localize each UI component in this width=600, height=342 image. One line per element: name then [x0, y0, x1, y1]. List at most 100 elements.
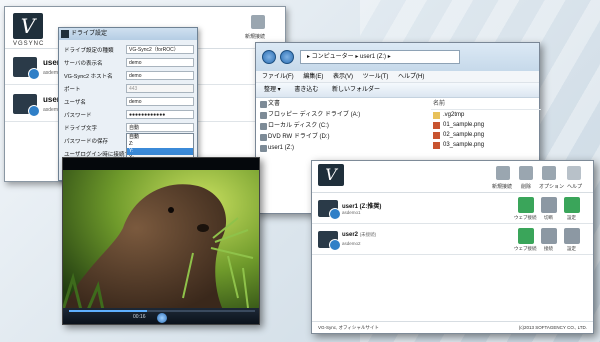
delete-icon[interactable]: [519, 166, 533, 180]
field-host: VG-Sync2 ホスト名 demo: [64, 71, 194, 81]
new-connection-label: 新規接続: [245, 34, 266, 40]
connect-label: 接続: [544, 246, 553, 251]
dropdown-option-selected[interactable]: Y:: [127, 148, 193, 155]
field-label: サーバの表示名: [64, 61, 103, 67]
user-row-user2[interactable]: user2 (未接続) asdemo2 ウェブ接続 接続 設定: [312, 225, 593, 255]
disconnect-icon[interactable]: [541, 197, 557, 213]
forward-arrow-icon[interactable]: [280, 50, 294, 64]
file-name: 02_sample.png: [443, 132, 485, 138]
web-connect-label: ウェブ接続: [514, 246, 537, 251]
tree-label: 文書: [268, 101, 281, 107]
tree-item[interactable]: DVD RW ドライブ (D:): [256, 132, 371, 143]
port-input[interactable]: 443: [126, 84, 194, 93]
video-frame-marmot: [63, 158, 259, 311]
dropdown-option[interactable]: 自動: [127, 134, 193, 141]
file-item[interactable]: 03_sample.png: [431, 140, 541, 150]
menu-view[interactable]: 表示(V): [333, 74, 353, 80]
new-connection-icon[interactable]: [496, 166, 510, 180]
menu-help[interactable]: ヘルプ(H): [398, 74, 424, 80]
field-drive-letter: ドライブ文字 自動: [64, 123, 194, 133]
field-port: ポート 443: [64, 84, 194, 94]
tree-label: ローカル ディスク (C:): [268, 123, 329, 129]
menu-file[interactable]: ファイル(F): [262, 74, 294, 80]
explorer-address-area: ▸ コンピューター ▸ user1 (Z:) ▸: [256, 43, 539, 71]
organize-button[interactable]: 整理 ▾: [264, 87, 281, 93]
drive-type-select[interactable]: VG-Sync2（forROC）: [126, 45, 194, 54]
burn-button[interactable]: 書き込む: [294, 87, 318, 93]
field-password: パスワード ●●●●●●●●●●●●: [64, 110, 194, 120]
user-name: user1 (Z:推奨): [342, 204, 382, 210]
field-label: パスワードの保存: [64, 139, 109, 145]
vgsync-app-window-front: V 新規接続 削除 オプション ヘルプ user1 (Z:推奨) asdemo1…: [311, 160, 594, 334]
drive-letter-select[interactable]: 自動: [126, 123, 194, 132]
dropdown-option[interactable]: Z:: [127, 141, 193, 148]
file-item[interactable]: 01_sample.png: [431, 120, 541, 130]
user-avatar-icon: [318, 200, 341, 220]
copyright: (c)2013 SOFTAGENCY CO., LTD.: [518, 325, 587, 330]
field-label: ドライブ設定の種類: [64, 48, 114, 54]
floppy-icon: [260, 112, 267, 119]
network-drive-icon: [260, 145, 267, 152]
file-item[interactable]: .vg2tmp: [431, 110, 541, 120]
settings-icon[interactable]: [564, 197, 580, 213]
file-name: .vg2tmp: [443, 112, 465, 118]
web-connect-label: ウェブ接続: [514, 215, 537, 220]
menu-tools[interactable]: ツール(T): [363, 74, 389, 80]
user-row-user1[interactable]: user1 (Z:推奨) asdemo1 ウェブ接続 切断 設定: [312, 194, 593, 224]
user-avatar-icon: [13, 57, 40, 80]
user-avatar-icon: [13, 94, 40, 117]
command-bar: 整理 ▾ 書き込む 新しいフォルダー: [256, 83, 539, 98]
field-label: ドライブ文字: [64, 126, 98, 132]
options-icon[interactable]: [542, 166, 556, 180]
disconnect-label: 切断: [544, 215, 553, 220]
field-drive-type: ドライブ設定の種類 VG-Sync2（forROC）: [64, 45, 194, 55]
vgsync-logo: V: [13, 13, 43, 39]
tree-item[interactable]: user1 (Z:): [256, 143, 371, 154]
dvd-icon: [260, 134, 267, 141]
play-pause-icon[interactable]: [157, 313, 167, 323]
official-site-link[interactable]: VG-Sync, オフィシャルサイト: [318, 322, 379, 334]
new-connection-icon[interactable]: [251, 15, 265, 29]
settings-label: 設定: [567, 246, 576, 251]
user-name: user2 (未接続): [342, 232, 376, 238]
settings-icon[interactable]: [564, 228, 580, 244]
field-label: パスワード: [64, 113, 92, 119]
field-server-name: サーバの表示名 demo: [64, 58, 194, 68]
field-label: ユーザ名: [64, 100, 86, 106]
field-label: ポート: [64, 87, 81, 93]
tree-label: フロッピー ディスク ドライブ (A:): [268, 112, 361, 118]
file-list: 名前 .vg2tmp 01_sample.png 02_sample.png 0…: [431, 99, 541, 150]
tree-item[interactable]: フロッピー ディスク ドライブ (A:): [256, 110, 371, 121]
seek-bar[interactable]: [69, 310, 255, 312]
tree-label: DVD RW ドライブ (D:): [268, 134, 330, 140]
back-arrow-icon[interactable]: [262, 50, 276, 64]
host-input[interactable]: demo: [126, 71, 194, 80]
user-name-text: user2: [342, 232, 359, 238]
png-file-icon: [433, 132, 440, 139]
password-input[interactable]: ●●●●●●●●●●●●: [126, 110, 194, 119]
address-bar[interactable]: ▸ コンピューター ▸ user1 (Z:) ▸: [300, 50, 460, 64]
vgsync-logo: V: [318, 164, 344, 186]
server-name-input[interactable]: demo: [126, 58, 194, 67]
new-connection-label: 新規接続: [492, 184, 513, 190]
png-file-icon: [433, 122, 440, 129]
tree-item[interactable]: ローカル ディスク (C:): [256, 121, 371, 132]
help-icon[interactable]: [567, 166, 581, 180]
web-connect-icon[interactable]: [518, 197, 534, 213]
time-display: 00:16: [133, 314, 146, 320]
png-file-icon: [433, 142, 440, 149]
file-item[interactable]: 02_sample.png: [431, 130, 541, 140]
video-player-window: 00:16: [62, 157, 260, 325]
web-connect-icon[interactable]: [518, 228, 534, 244]
user-sub: asdemo1: [342, 210, 361, 215]
connect-icon[interactable]: [541, 228, 557, 244]
logo-text: VGSYNC: [13, 41, 45, 47]
new-folder-button[interactable]: 新しいフォルダー: [332, 87, 380, 93]
disk-icon: [260, 123, 267, 130]
username-input[interactable]: demo: [126, 97, 194, 106]
column-header-name[interactable]: 名前: [431, 99, 541, 110]
menu-edit[interactable]: 編集(E): [303, 74, 323, 80]
app-header: V 新規接続 削除 オプション ヘルプ: [312, 161, 593, 193]
video-controls: 00:16: [63, 308, 259, 324]
tree-item[interactable]: 文書: [256, 99, 371, 110]
